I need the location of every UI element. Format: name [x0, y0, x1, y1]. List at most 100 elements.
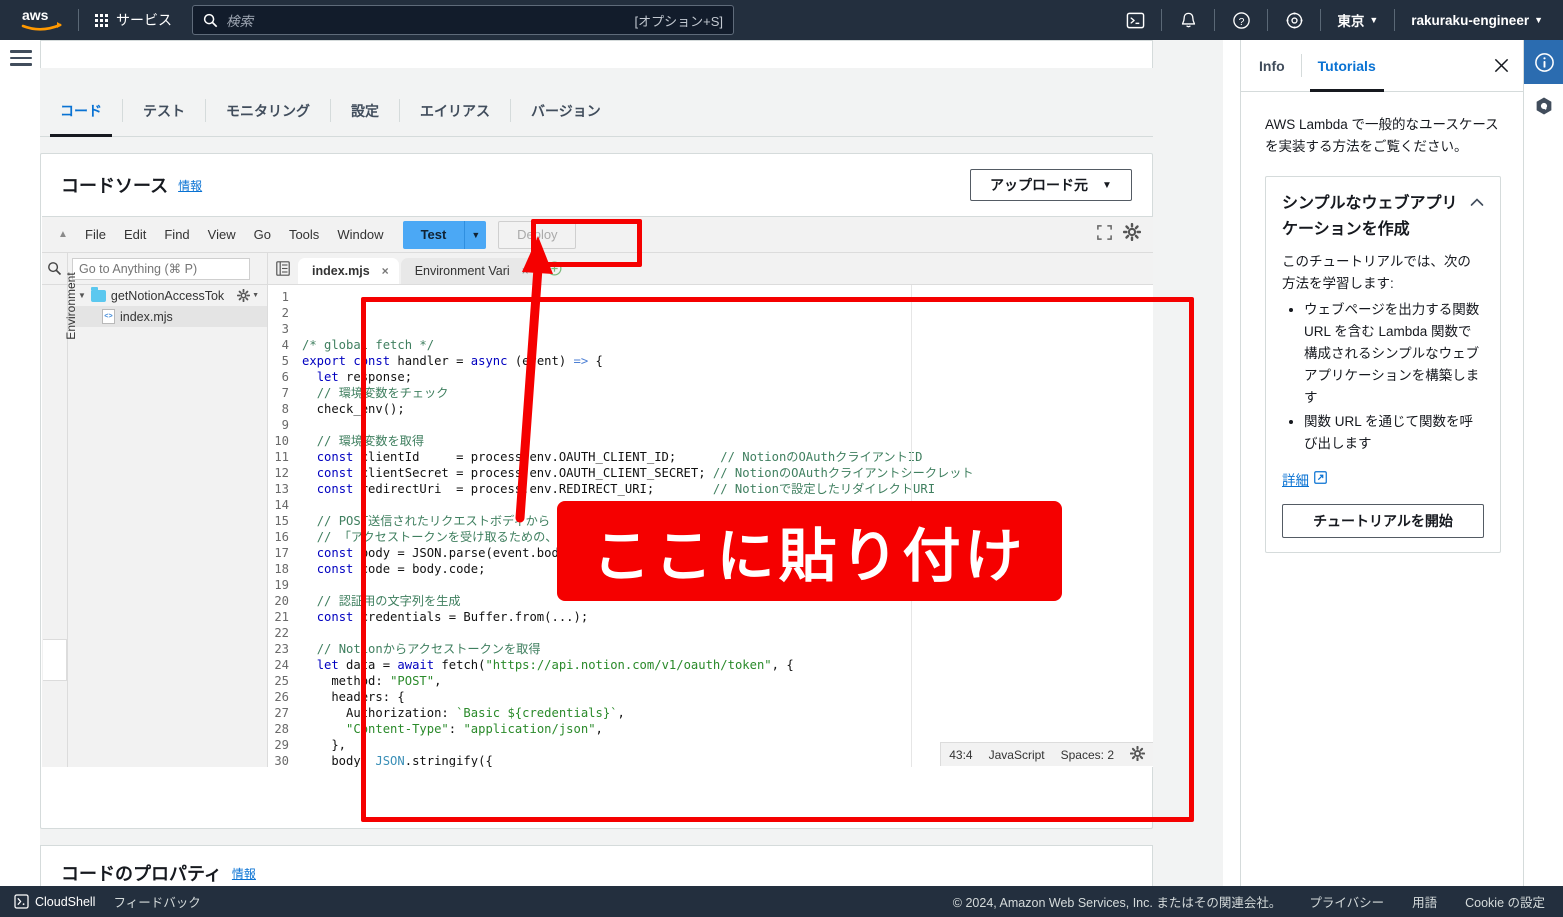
print-margin-rule	[911, 285, 912, 767]
gear-icon[interactable]	[1122, 222, 1142, 246]
editor-tab-strip: index.mjs × Environment Vari ×	[268, 253, 1153, 285]
tab-tutorials[interactable]: Tutorials	[1302, 40, 1392, 92]
search-shortcut: [オプション+S]	[634, 13, 724, 29]
menu-view[interactable]: View	[199, 223, 245, 246]
tab-versions[interactable]: バージョン	[511, 85, 621, 136]
search-input[interactable]: 検索 [オプション+S]	[192, 5, 734, 35]
aws-logo[interactable]: aws	[12, 7, 72, 33]
test-button[interactable]: Test	[402, 220, 465, 249]
tab-label: テスト	[143, 102, 185, 119]
folder-gear-icon[interactable]: ▼	[237, 289, 259, 302]
start-tutorial-button[interactable]: チュートリアルを開始	[1282, 504, 1484, 538]
code-line: const body = JSON.parse(event.body);	[316, 546, 581, 560]
line-number: 20	[274, 594, 289, 608]
code-line: let response;	[316, 370, 413, 384]
close-icon[interactable]: ×	[382, 264, 389, 278]
tab-configuration[interactable]: 設定	[331, 85, 399, 136]
close-icon[interactable]: ×	[522, 264, 529, 278]
tab-aliases[interactable]: エイリアス	[400, 85, 510, 136]
info-link[interactable]: 情報	[178, 177, 202, 194]
new-tab-button[interactable]	[541, 252, 569, 284]
tab-monitoring[interactable]: モニタリング	[206, 85, 330, 136]
tab-label: コード	[60, 102, 102, 119]
fullscreen-icon[interactable]	[1096, 224, 1113, 246]
code-line: // 環境変数をチェック	[316, 386, 449, 400]
tab-code[interactable]: コード	[40, 85, 122, 137]
code-line: // 「アクセストークンを受け取るための、時限付きコード」を受け取る	[316, 530, 716, 544]
chevron-down-icon: ▼	[1369, 15, 1379, 25]
language-mode[interactable]: JavaScript	[989, 748, 1045, 762]
code-properties-info-link[interactable]: 情報	[232, 865, 256, 882]
list-item: ウェブページを出力する関数 URL を含む Lambda 関数で構成されるシンプ…	[1304, 299, 1484, 409]
code-line: /* global fetch */	[302, 338, 435, 352]
services-label: サービス	[116, 12, 172, 28]
learn-more-link[interactable]: 詳細	[1282, 469, 1327, 489]
feedback-link[interactable]: フィードバック	[113, 892, 200, 911]
rail-placeholder-box	[43, 639, 67, 681]
goto-anything-input[interactable]	[72, 257, 250, 280]
menu-window[interactable]: Window	[328, 223, 392, 246]
gear-icon[interactable]	[1129, 745, 1146, 764]
test-dropdown-caret[interactable]: ▼	[464, 220, 487, 249]
codeguru-icon[interactable]	[1524, 84, 1563, 128]
svg-text:aws: aws	[22, 7, 49, 23]
right-icon-rail	[1523, 40, 1563, 886]
line-number: 3	[281, 322, 289, 336]
line-number: 4	[281, 338, 289, 352]
environment-rail-label[interactable]: Environment	[64, 261, 78, 351]
settings-icon[interactable]	[1274, 0, 1314, 40]
nav-divider	[1267, 9, 1269, 31]
help-icon[interactable]: ?	[1221, 0, 1261, 40]
help-panel-tabs: Info Tutorials	[1241, 40, 1523, 92]
tree-file-row-index-mjs[interactable]: <> index.mjs	[68, 306, 267, 327]
chevron-up-icon[interactable]	[1470, 191, 1484, 210]
privacy-link[interactable]: プライバシー	[1309, 892, 1384, 911]
account-menu[interactable]: rakuraku-engineer ▼	[1401, 13, 1553, 28]
terms-link[interactable]: 用語	[1412, 892, 1437, 911]
tab-info[interactable]: Info	[1259, 40, 1301, 91]
code-line: // POST送信されたリクエストボディから	[316, 514, 551, 528]
menu-tools[interactable]: Tools	[280, 223, 328, 246]
ide-collapse-button[interactable]: ▲	[50, 229, 76, 240]
tree-folder-label: getNotionAccessTok	[110, 288, 225, 303]
info-icon[interactable]	[1524, 40, 1563, 84]
code-text[interactable]: /* global fetch */ export const handler =…	[294, 285, 1153, 767]
menu-find[interactable]: Find	[155, 223, 198, 246]
code-editor[interactable]: 1 2 3 4 5 6 7 8 9 10 11 12 13 14 15 16 17 18 19 20 21 22 23 24 2…	[268, 285, 1153, 767]
learn-more-label: 詳細	[1282, 473, 1309, 488]
code-line: headers: {	[302, 690, 405, 704]
tab-label: Info	[1259, 57, 1285, 74]
menu-edit[interactable]: Edit	[115, 223, 155, 246]
tutorial-title: シンプルなウェブアプリケーションを作成	[1282, 195, 1458, 238]
nav-divider	[1214, 9, 1216, 31]
deploy-button[interactable]: Deploy	[498, 220, 577, 249]
menu-go[interactable]: Go	[245, 223, 280, 246]
function-header-panel	[40, 40, 1153, 68]
tab-list-icon[interactable]	[268, 252, 298, 284]
tree-folder-row[interactable]: ▼ getNotionAccessTok ▼	[68, 285, 267, 306]
editor-tab-environment-variables[interactable]: Environment Vari ×	[400, 258, 539, 284]
region-selector[interactable]: 東京 ▼	[1327, 10, 1388, 30]
line-number: 12	[274, 466, 289, 480]
line-number: 29	[274, 738, 289, 752]
code-line: Authorization: `Basic ${credentials}`,	[302, 706, 625, 720]
services-menu-button[interactable]: サービス	[85, 4, 182, 36]
menu-file[interactable]: File	[76, 223, 115, 246]
cookie-preferences-link[interactable]: Cookie の設定	[1465, 892, 1545, 911]
tutorials-intro: AWS Lambda で一般的なユースケースを実装する方法をご覧ください。	[1265, 117, 1499, 154]
notifications-icon[interactable]	[1168, 0, 1208, 40]
line-number: 14	[274, 498, 289, 512]
tab-test[interactable]: テスト	[123, 85, 205, 136]
editor-status-bar: 43:4 JavaScript Spaces: 2	[940, 742, 1153, 766]
editor-tab-index-mjs[interactable]: index.mjs ×	[298, 258, 399, 284]
cloudshell-icon[interactable]	[1115, 0, 1155, 40]
indent-setting[interactable]: Spaces: 2	[1061, 748, 1114, 762]
close-panel-button[interactable]	[1479, 40, 1523, 91]
side-menu-toggle[interactable]	[10, 50, 32, 70]
code-line: const clientId = process.env.OAUTH_CLIEN…	[316, 450, 923, 464]
line-number: 13	[274, 482, 289, 496]
cloudshell-button[interactable]: CloudShell	[14, 894, 95, 909]
upload-from-button[interactable]: アップロード元 ▼	[970, 169, 1132, 201]
